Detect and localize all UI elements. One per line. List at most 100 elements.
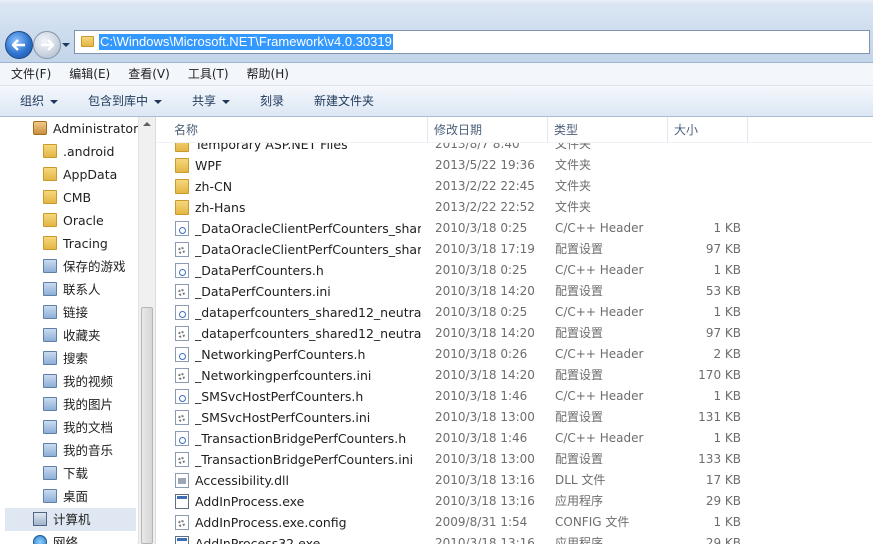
- scroll-up-arrow-icon[interactable]: [143, 122, 151, 126]
- config-file-icon: [175, 410, 189, 425]
- share-button[interactable]: 共享: [192, 86, 231, 116]
- file-type: 配置设置: [555, 452, 604, 466]
- address-bar[interactable]: C:\Windows\Microsoft.NET\Framework\v4.0.…: [74, 30, 870, 54]
- nav-item[interactable]: 链接: [0, 301, 138, 324]
- file-row[interactable]: _Networkingperfcounters.ini 2010/3/18 14:…: [156, 365, 756, 386]
- file-date: 2010/3/18 14:20: [435, 368, 535, 382]
- exe-file-icon: [175, 494, 189, 509]
- file-date: 2010/3/18 1:46: [435, 389, 528, 403]
- file-size: 1 KB: [713, 263, 741, 277]
- file-type: C/C++ Header: [555, 347, 644, 361]
- nav-item[interactable]: CMB: [0, 186, 138, 209]
- file-rows: Temporary ASP.NET Files 2013/8/7 8:40 文件夹 W…: [156, 117, 873, 544]
- menu-file[interactable]: 文件(F): [0, 63, 58, 85]
- file-date: 2013/2/22 22:45: [435, 179, 535, 193]
- file-date: 2010/3/18 0:25: [435, 305, 528, 319]
- file-date: 2010/3/18 14:20: [435, 326, 535, 340]
- nav-item[interactable]: 计算机: [5, 508, 136, 531]
- file-row[interactable]: _dataperfcounters_shared12_neutral.ini 20…: [156, 323, 756, 344]
- file-name: _Networkingperfcounters.ini: [195, 368, 372, 383]
- file-size: 17 KB: [705, 473, 741, 487]
- organize-button[interactable]: 组织: [20, 86, 59, 116]
- nav-item[interactable]: 下载: [0, 462, 138, 485]
- nav-item[interactable]: 网络: [0, 531, 138, 544]
- new-folder-button[interactable]: 新建文件夹: [314, 86, 374, 116]
- nav-item[interactable]: 桌面: [0, 485, 138, 508]
- file-row[interactable]: AddInProcess.exe.config 2009/8/31 1:54 CON…: [156, 512, 756, 533]
- music-icon: [43, 443, 57, 457]
- file-size: 2 KB: [713, 347, 741, 361]
- address-path[interactable]: C:\Windows\Microsoft.NET\Framework\v4.0.…: [99, 34, 393, 50]
- nav-item[interactable]: .android: [0, 140, 138, 163]
- file-size: 1 KB: [713, 389, 741, 403]
- nav-item-label: AppData: [63, 167, 118, 182]
- file-row[interactable]: _NetworkingPerfCounters.h 2010/3/18 0:26 C…: [156, 344, 756, 365]
- nav-item-label: 联系人: [63, 282, 101, 297]
- file-row[interactable]: _DataOracleClientPerfCounters_shared12_n…: [156, 239, 756, 260]
- scrollbar-thumb[interactable]: [141, 307, 153, 544]
- file-type: CONFIG 文件: [555, 515, 630, 529]
- exe-file-icon: [175, 536, 189, 544]
- nav-item[interactable]: Oracle: [0, 209, 138, 232]
- title-strip: [0, 0, 873, 6]
- nav-item[interactable]: 我的图片: [0, 393, 138, 416]
- dll-file-icon: [175, 473, 189, 488]
- header-file-icon: [175, 221, 189, 236]
- menu-edit[interactable]: 编辑(E): [58, 63, 117, 85]
- burn-button[interactable]: 刻录: [260, 86, 284, 116]
- menu-help[interactable]: 帮助(H): [236, 63, 296, 85]
- nav-item[interactable]: 我的文档: [0, 416, 138, 439]
- file-row[interactable]: _TransactionBridgePerfCounters.h 2010/3/1…: [156, 428, 756, 449]
- file-row[interactable]: AddInProcess32.exe 2010/3/18 13:16 应用程序 29 …: [156, 533, 756, 544]
- file-row[interactable]: zh-CN 2013/2/22 22:45 文件夹: [156, 176, 756, 197]
- menu-view[interactable]: 查看(V): [117, 63, 177, 85]
- nav-item-label: 我的文档: [63, 420, 114, 435]
- file-name: zh-Hans: [195, 200, 246, 215]
- file-row[interactable]: zh-Hans 2013/2/22 22:52 文件夹: [156, 197, 756, 218]
- chevron-down-icon: [154, 99, 163, 104]
- forward-button[interactable]: [33, 31, 61, 59]
- nav-item-label: CMB: [63, 190, 92, 205]
- nav-item[interactable]: 保存的游戏: [0, 255, 138, 278]
- nav-item[interactable]: 我的音乐: [0, 439, 138, 462]
- contacts-icon: [43, 282, 57, 296]
- column-header-date[interactable]: 修改日期: [428, 117, 548, 142]
- back-button[interactable]: [5, 31, 33, 59]
- file-date: 2010/3/18 0:26: [435, 347, 528, 361]
- file-row[interactable]: _SMSvcHostPerfCounters.h 2010/3/18 1:46 C/…: [156, 386, 756, 407]
- file-row[interactable]: _dataperfcounters_shared12_neutral.h 2010…: [156, 302, 756, 323]
- file-name: _SMSvcHostPerfCounters.h: [195, 389, 364, 404]
- file-name: _TransactionBridgePerfCounters.h: [195, 431, 407, 446]
- file-row[interactable]: WPF 2013/5/22 19:36 文件夹: [156, 155, 756, 176]
- nav-item[interactable]: Tracing: [0, 232, 138, 255]
- file-row[interactable]: _DataPerfCounters.h 2010/3/18 0:25 C/C++ H…: [156, 260, 756, 281]
- menu-tools[interactable]: 工具(T): [177, 63, 236, 85]
- nav-item[interactable]: Administrator: [0, 117, 138, 140]
- config-file-icon: [175, 452, 189, 467]
- nav-item-label: Tracing: [63, 236, 108, 251]
- include-in-library-button[interactable]: 包含到库中: [88, 86, 163, 116]
- file-row[interactable]: _DataOracleClientPerfCounters_shared12_n…: [156, 218, 756, 239]
- recent-pages-button[interactable]: [61, 39, 71, 49]
- file-row[interactable]: AddInProcess.exe 2010/3/18 13:16 应用程序 29 KB: [156, 491, 756, 512]
- address-toolbar: C:\Windows\Microsoft.NET\Framework\v4.0.…: [0, 0, 873, 63]
- column-header-type[interactable]: 类型: [548, 117, 668, 142]
- nav-item[interactable]: 联系人: [0, 278, 138, 301]
- file-row[interactable]: _DataPerfCounters.ini 2010/3/18 14:20 配置设置…: [156, 281, 756, 302]
- file-row[interactable]: _TransactionBridgePerfCounters.ini 2010/3…: [156, 449, 756, 470]
- column-header-name[interactable]: 名称: [168, 117, 428, 142]
- file-name: _DataOracleClientPerfCounters_shared12_n…: [195, 242, 421, 257]
- command-bar: 组织 包含到库中 共享 刻录 新建文件夹: [0, 86, 873, 117]
- pictures-icon: [43, 397, 57, 411]
- file-row[interactable]: Accessibility.dll 2010/3/18 13:16 DLL 文件 17…: [156, 470, 756, 491]
- nav-scrollbar[interactable]: [138, 117, 155, 544]
- column-header-size[interactable]: 大小: [668, 117, 748, 142]
- nav-item[interactable]: AppData: [0, 163, 138, 186]
- file-row[interactable]: _SMSvcHostPerfCounters.ini 2010/3/18 13:0…: [156, 407, 756, 428]
- nav-item[interactable]: 收藏夹: [0, 324, 138, 347]
- config-file-icon: [175, 368, 189, 383]
- nav-item[interactable]: 搜索: [0, 347, 138, 370]
- nav-item[interactable]: 我的视频: [0, 370, 138, 393]
- file-type: C/C++ Header: [555, 263, 644, 277]
- folder-icon: [43, 236, 57, 250]
